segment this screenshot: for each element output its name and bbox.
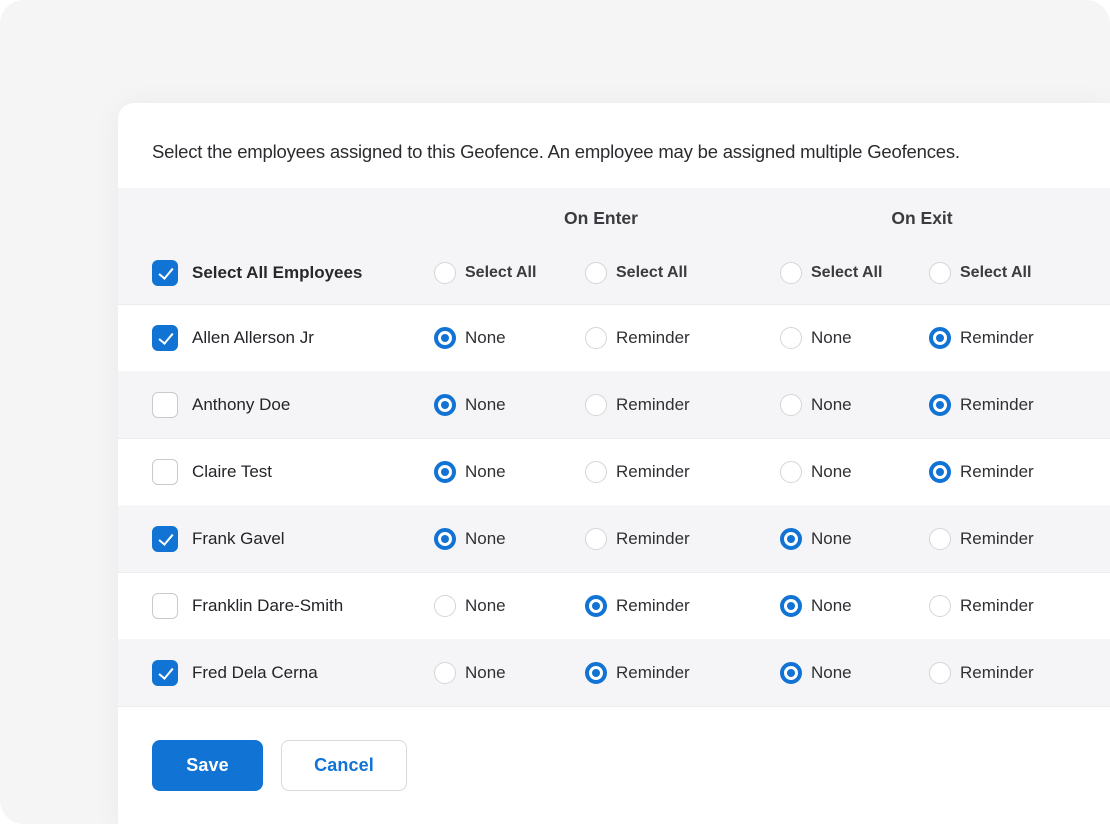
on-enter-none-radio[interactable] (434, 327, 456, 349)
geofence-assignment-page: Select the employees assigned to this Ge… (0, 0, 1110, 824)
cancel-button[interactable]: Cancel (281, 740, 407, 791)
table-header-band: On Enter On Exit Select All Employees Se… (118, 188, 1110, 305)
on-enter-reminder-label: Reminder (616, 663, 690, 682)
on-enter-none-label: None (465, 462, 506, 481)
select-all-employees-label: Select All Employees (192, 263, 363, 282)
on-enter-column-header: On Enter (564, 207, 638, 228)
on-exit-reminder-label: Reminder (960, 462, 1034, 481)
on-exit-reminder-select-all-radio[interactable] (929, 262, 951, 284)
on-exit-reminder-radio[interactable] (929, 662, 951, 684)
employee-name: Anthony Doe (192, 395, 291, 414)
on-enter-reminder-radio[interactable] (585, 662, 607, 684)
on-enter-none-select-all-radio[interactable] (434, 262, 456, 284)
employee-row: Anthony Doe None Reminder None Reminder (118, 372, 1110, 439)
on-exit-reminder-label: Reminder (960, 395, 1034, 414)
on-exit-none-radio[interactable] (780, 528, 802, 550)
employee-name: Franklin Dare-Smith (192, 596, 344, 615)
employee-checkbox[interactable] (152, 325, 178, 351)
on-enter-reminder-label: Reminder (616, 462, 690, 481)
on-enter-none-label: None (465, 328, 506, 347)
on-enter-none-label: None (465, 395, 506, 414)
on-enter-none-radio[interactable] (434, 394, 456, 416)
on-exit-none-label: None (811, 663, 852, 682)
on-enter-none-radio[interactable] (434, 662, 456, 684)
employee-checkbox[interactable] (152, 526, 178, 552)
on-enter-none-label: None (465, 529, 506, 548)
action-buttons: Save Cancel (118, 707, 1110, 791)
on-exit-column-header: On Exit (891, 207, 953, 228)
on-exit-none-label: None (811, 596, 852, 615)
on-exit-reminder-radio[interactable] (929, 394, 951, 416)
on-exit-reminder-label: Reminder (960, 328, 1034, 347)
on-enter-reminder-radio[interactable] (585, 461, 607, 483)
on-exit-none-select-all-radio[interactable] (780, 262, 802, 284)
on-enter-reminder-select-all-label: Select All (616, 264, 688, 281)
on-exit-none-select-all-label: Select All (811, 264, 883, 281)
on-enter-reminder-label: Reminder (616, 395, 690, 414)
on-enter-reminder-select-all-radio[interactable] (585, 262, 607, 284)
employee-row: Allen Allerson Jr None Reminder None Rem… (118, 305, 1110, 372)
on-exit-reminder-select-all-label: Select All (960, 264, 1032, 281)
on-exit-none-radio[interactable] (780, 595, 802, 617)
on-enter-reminder-label: Reminder (616, 529, 690, 548)
on-exit-none-label: None (811, 328, 852, 347)
on-exit-none-radio[interactable] (780, 662, 802, 684)
on-enter-reminder-radio[interactable] (585, 595, 607, 617)
employee-checkbox[interactable] (152, 593, 178, 619)
employee-name: Frank Gavel (192, 529, 285, 548)
on-exit-reminder-radio[interactable] (929, 528, 951, 550)
on-exit-none-radio[interactable] (780, 461, 802, 483)
on-enter-none-radio[interactable] (434, 595, 456, 617)
on-exit-none-label: None (811, 395, 852, 414)
on-exit-reminder-radio[interactable] (929, 595, 951, 617)
on-exit-none-radio[interactable] (780, 327, 802, 349)
on-enter-none-label: None (465, 596, 506, 615)
employee-row: Franklin Dare-Smith None Reminder None R… (118, 573, 1110, 640)
on-exit-none-label: None (811, 462, 852, 481)
on-exit-reminder-radio[interactable] (929, 461, 951, 483)
on-enter-reminder-radio[interactable] (585, 327, 607, 349)
on-exit-reminder-label: Reminder (960, 663, 1034, 682)
on-exit-none-label: None (811, 529, 852, 548)
on-enter-none-label: None (465, 663, 506, 682)
employee-checkbox[interactable] (152, 392, 178, 418)
employee-row: Claire Test None Reminder None Reminder (118, 439, 1110, 506)
employee-name: Fred Dela Cerna (192, 663, 318, 682)
employee-row: Fred Dela Cerna None Reminder None Remin… (118, 640, 1110, 707)
employee-checkbox[interactable] (152, 660, 178, 686)
on-enter-none-select-all-label: Select All (465, 264, 537, 281)
on-enter-reminder-label: Reminder (616, 596, 690, 615)
on-exit-reminder-radio[interactable] (929, 327, 951, 349)
employee-name: Allen Allerson Jr (192, 328, 314, 347)
select-all-row: Select All Employees Select All Select A… (118, 242, 1110, 304)
on-exit-reminder-label: Reminder (960, 596, 1034, 615)
employee-checkbox[interactable] (152, 459, 178, 485)
on-enter-reminder-radio[interactable] (585, 528, 607, 550)
instructions-text: Select the employees assigned to this Ge… (152, 141, 960, 162)
on-enter-reminder-radio[interactable] (585, 394, 607, 416)
employee-assignment-card: Select the employees assigned to this Ge… (118, 103, 1110, 824)
on-enter-reminder-label: Reminder (616, 328, 690, 347)
employee-rows: Allen Allerson Jr None Reminder None Rem… (118, 305, 1110, 707)
employee-name: Claire Test (192, 462, 272, 481)
on-exit-reminder-label: Reminder (960, 529, 1034, 548)
select-all-employees-checkbox[interactable] (152, 260, 178, 286)
on-enter-none-radio[interactable] (434, 461, 456, 483)
employee-row: Frank Gavel None Reminder None Reminder (118, 506, 1110, 573)
on-enter-none-radio[interactable] (434, 528, 456, 550)
on-exit-none-radio[interactable] (780, 394, 802, 416)
save-button[interactable]: Save (152, 740, 263, 791)
column-group-headers: On Enter On Exit (118, 188, 1110, 242)
